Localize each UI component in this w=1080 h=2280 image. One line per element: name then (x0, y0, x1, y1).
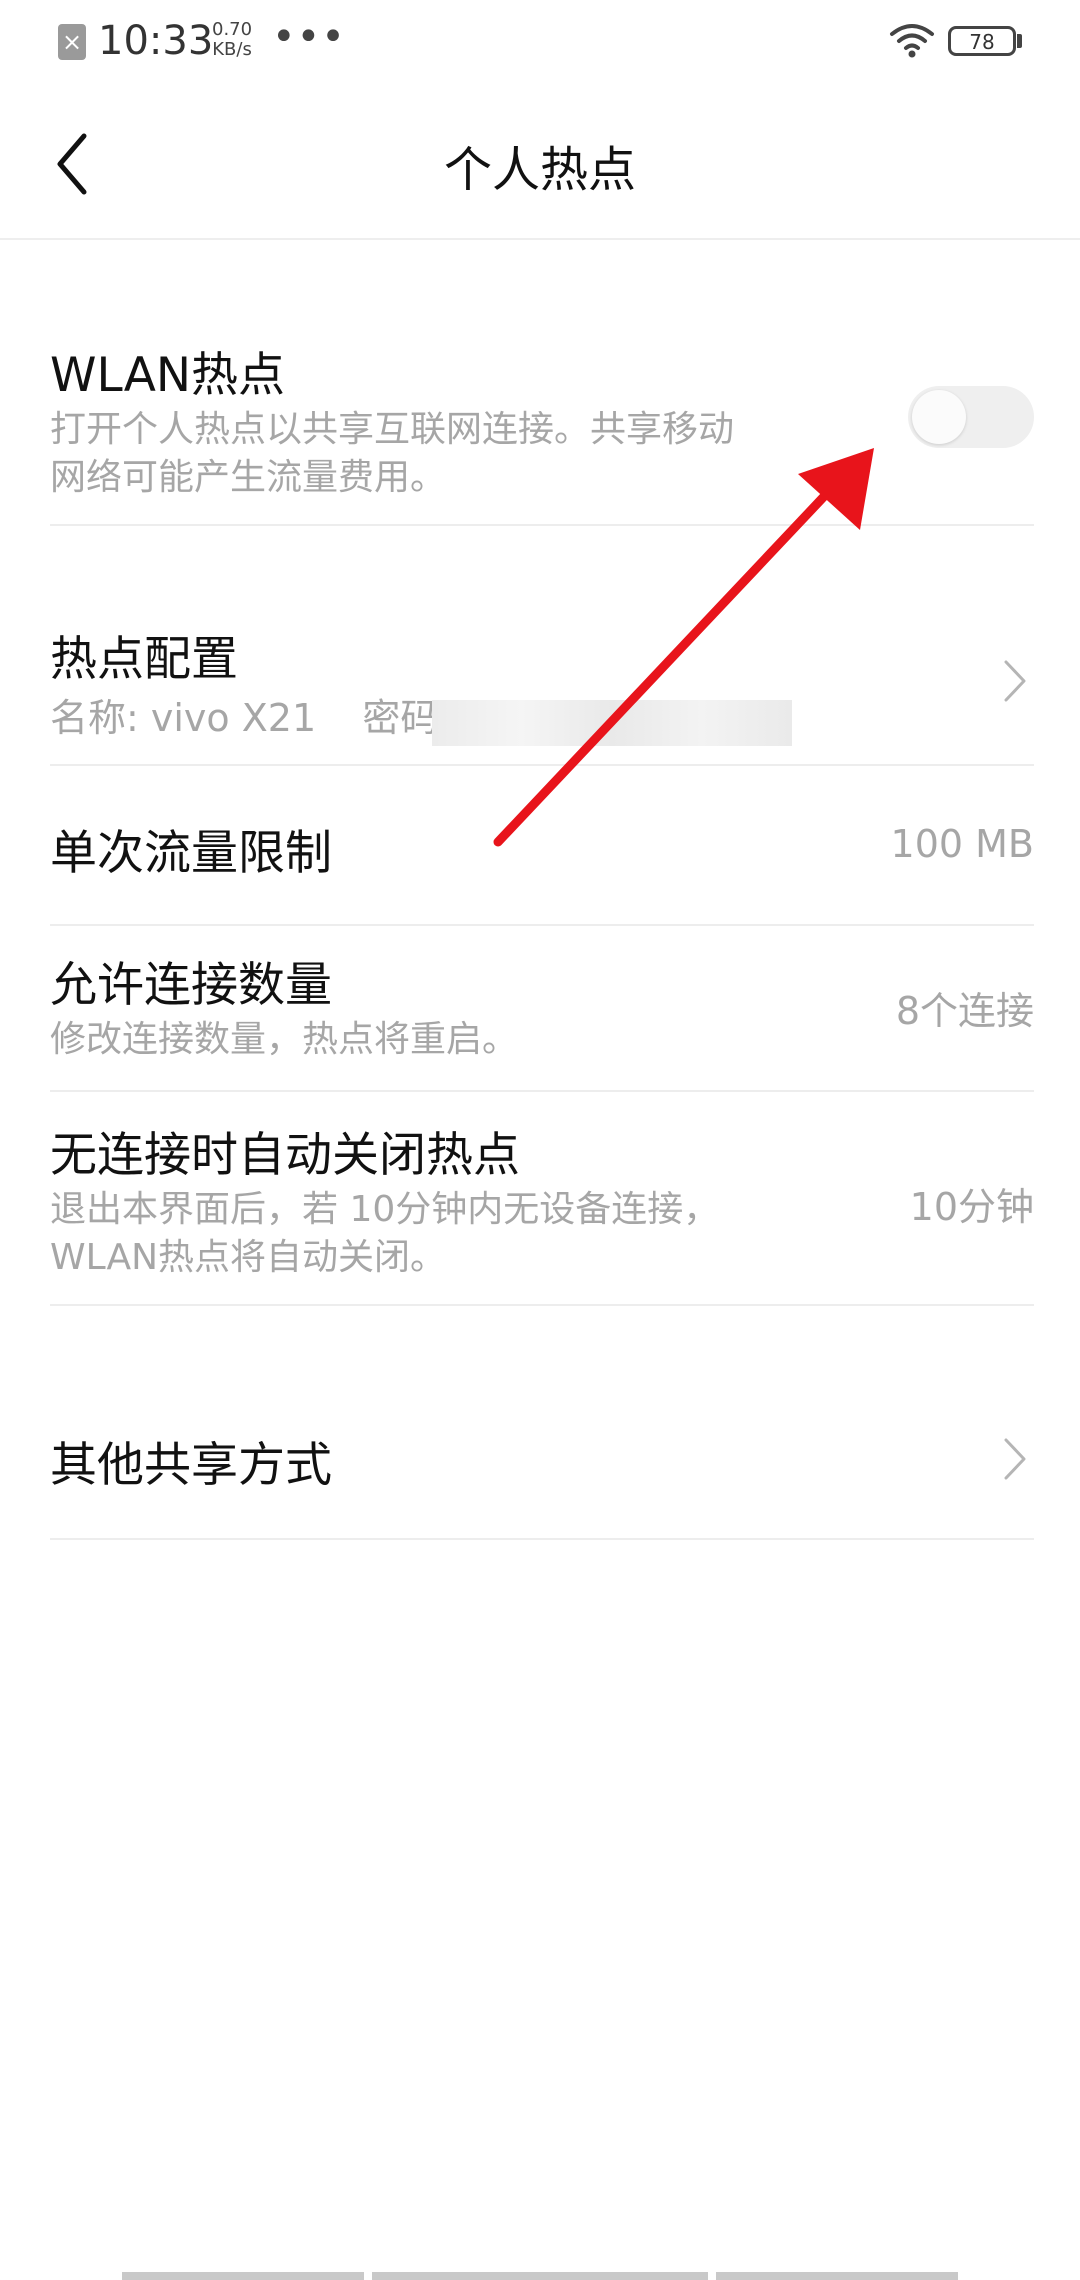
wifi-icon (890, 24, 934, 58)
max-connections-value: 8个连接 (895, 989, 1034, 1033)
gesture-segment (372, 2272, 708, 2280)
battery-level: 78 (969, 30, 995, 54)
top-app-bar: 个人热点 (0, 88, 1080, 240)
hotspot-password-redacted (432, 700, 792, 746)
status-bar: × 10:33 0.70 KB/s ••• 78 (0, 0, 1080, 88)
auto-off-row[interactable]: 无连接时自动关闭热点 退出本界面后，若 10分钟内无设备连接， WLAN热点将自… (50, 1090, 1034, 1306)
wlan-hotspot-toggle[interactable] (908, 386, 1034, 448)
auto-off-title: 无连接时自动关闭热点 (50, 1128, 520, 1183)
network-speed-value: 0.70 (212, 19, 253, 40)
max-connections-desc: 修改连接数量，热点将重启。 (50, 1019, 519, 1060)
network-speed: 0.70 KB/s (212, 20, 252, 60)
toggle-knob (912, 390, 966, 444)
other-sharing-row[interactable]: 其他共享方式 (50, 1304, 1034, 1540)
status-time: 10:33 (98, 18, 214, 64)
auto-off-desc-line1: 退出本界面后，若 10分钟内无设备连接， (50, 1189, 720, 1230)
data-limit-value: 100 MB (890, 822, 1034, 866)
hotspot-config-details: 名称: vivo X21 密码: (50, 694, 451, 742)
battery-tip (1017, 34, 1022, 48)
wlan-hotspot-row[interactable]: WLAN热点 打开个人热点以共享互联网连接。共享移动 网络可能产生流量费用。 (50, 240, 1034, 526)
auto-off-value: 10分钟 (909, 1185, 1034, 1229)
wlan-hotspot-desc-line2: 网络可能产生流量费用。 (50, 457, 447, 498)
page-title: 个人热点 (443, 142, 636, 198)
other-sharing-title: 其他共享方式 (50, 1438, 332, 1493)
hotspot-name: 名称: vivo X21 (50, 696, 317, 740)
gesture-segment (716, 2272, 958, 2280)
network-speed-unit: KB/s (212, 39, 252, 60)
hotspot-config-title: 热点配置 (50, 632, 238, 687)
auto-off-desc-line2: WLAN热点将自动关闭。 (50, 1237, 447, 1278)
max-connections-row[interactable]: 允许连接数量 修改连接数量，热点将重启。 8个连接 (50, 924, 1034, 1092)
hotspot-config-row[interactable]: 热点配置 名称: vivo X21 密码: (50, 524, 1034, 766)
battery-icon: 78 (948, 26, 1016, 56)
chevron-right-icon (1004, 660, 1026, 702)
sim-off-icon: × (58, 24, 86, 60)
more-notifications-icon: ••• (272, 14, 346, 60)
wlan-hotspot-desc-line1: 打开个人热点以共享互联网连接。共享移动 (50, 409, 735, 450)
wlan-hotspot-title: WLAN热点 (50, 348, 286, 403)
data-limit-title: 单次流量限制 (50, 826, 332, 881)
gesture-segment (122, 2272, 364, 2280)
chevron-right-icon (1004, 1438, 1026, 1480)
data-limit-row[interactable]: 单次流量限制 100 MB (50, 764, 1034, 926)
gesture-bar (0, 2270, 1080, 2280)
max-connections-title: 允许连接数量 (50, 958, 332, 1013)
